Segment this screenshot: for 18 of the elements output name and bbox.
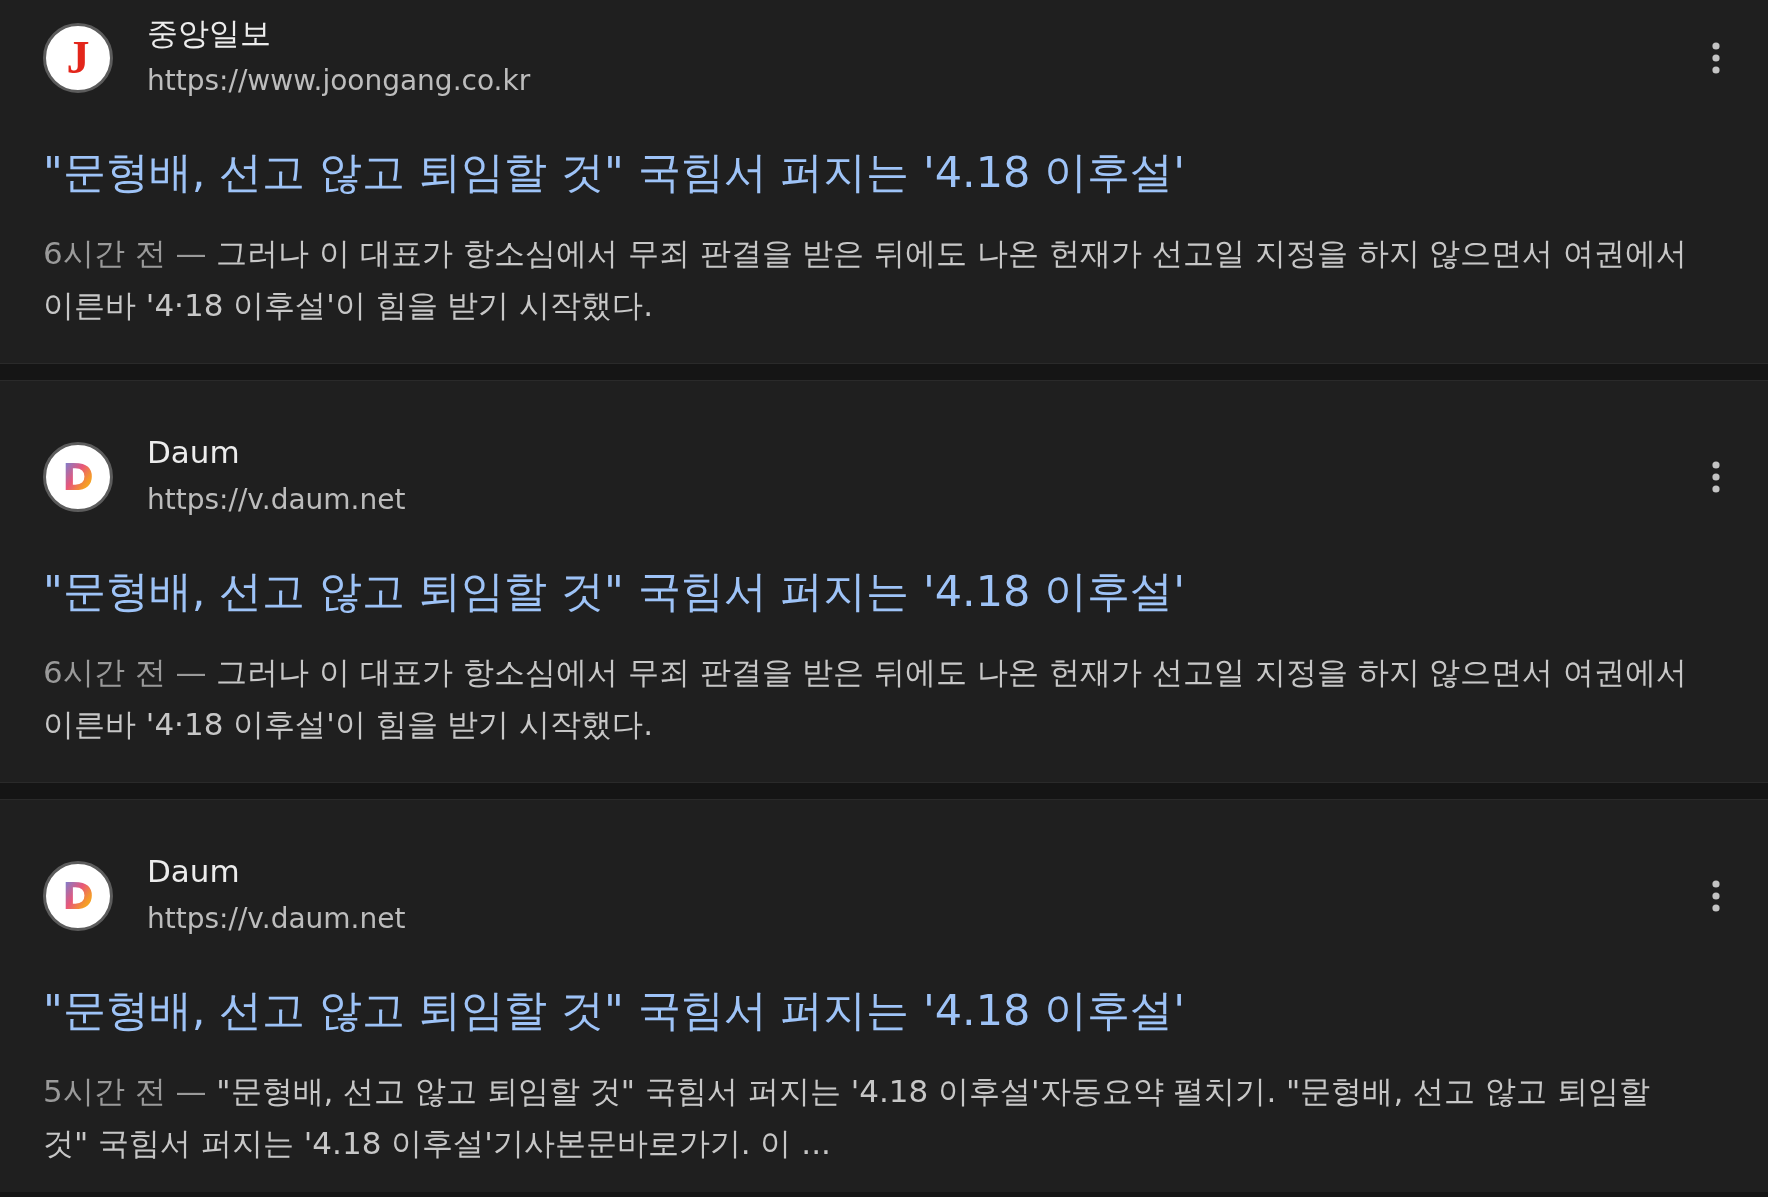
site-logo: D: [43, 861, 113, 931]
result-title-link[interactable]: "문형배, 선고 않고 퇴임할 것" 국힘서 퍼지는 '4.18 이후설': [43, 561, 1732, 621]
dots-icon: [1712, 42, 1720, 74]
site-url: https://www.joongang.co.kr: [147, 63, 531, 99]
site-logo: D: [43, 442, 113, 512]
site-name: Daum: [147, 852, 240, 891]
result-snippet: 5시간 전 — "문형배, 선고 않고 퇴임할 것" 국힘서 퍼지는 '4.18 이후설'자동요약 펼치기. "문형배, 선고 않고 퇴임할 것" 국힘서 퍼지는 '4.18 이후설'기사본문바로가기. 이 ...: [43, 1072, 1651, 1163]
result-title-link[interactable]: "문형배, 선고 않고 퇴임할 것" 국힘서 퍼지는 '4.18 이후설': [43, 142, 1732, 202]
site-url: https://v.daum.net: [147, 482, 406, 518]
result-snippet: 6시간 전 — 그러나 이 대표가 항소심에서 무죄 판결을 받은 뒤에도 나온 헌재가 선고일 지정을 하지 않으면서 여권에서 이른바 '4·18 이후설'이 힘을 받기 시작했다.: [43, 234, 1689, 325]
site-name: Daum: [147, 433, 240, 472]
dots-icon: [1712, 461, 1720, 493]
result-title-link[interactable]: "문형배, 선고 않고 퇴임할 것" 국힘서 퍼지는 '4.18 이후설': [43, 980, 1732, 1040]
site-name: 중앙일보: [147, 14, 271, 53]
result-snippet: 6시간 전 — 그러나 이 대표가 항소심에서 무죄 판결을 받은 뒤에도 나온 헌재가 선고일 지정을 하지 않으면서 여권에서 이른바 '4·18 이후설'이 힘을 받기 시작했다.: [43, 653, 1689, 744]
site-url: https://v.daum.net: [147, 901, 406, 937]
dots-icon: [1712, 880, 1720, 912]
site-logo: J: [43, 23, 113, 93]
